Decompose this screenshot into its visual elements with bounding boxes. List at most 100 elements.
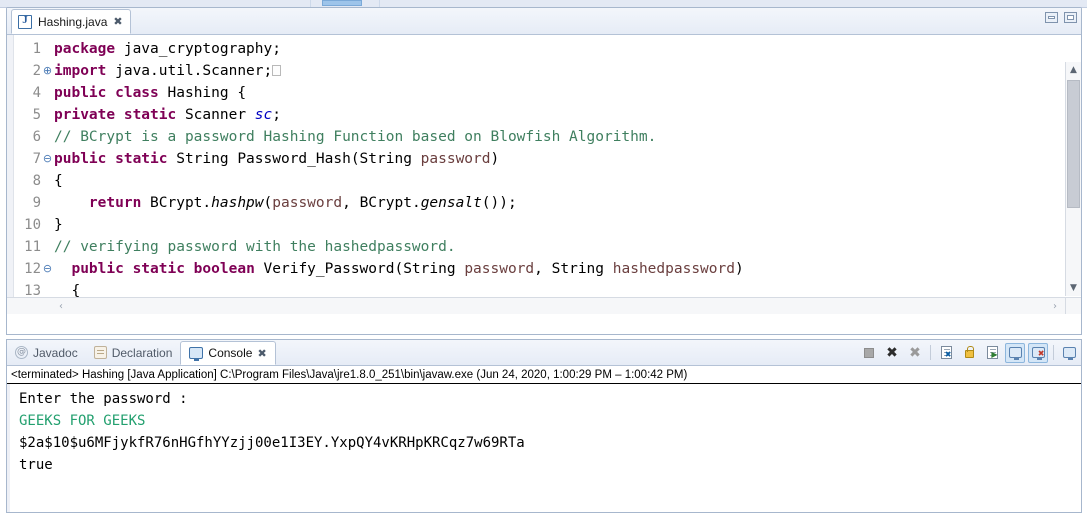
code-token: BCrypt.	[150, 195, 212, 211]
console-output-area[interactable]: Enter the password : GEEKS FOR GEEKS $2a$1…	[7, 384, 1081, 512]
fold-placeholder	[41, 38, 54, 60]
toolbar-separator	[930, 345, 931, 360]
code-token: )	[490, 151, 500, 167]
code-token: , String	[534, 261, 613, 277]
tab-console-label: Console	[208, 346, 253, 360]
declaration-icon	[93, 346, 107, 359]
editor-horizontal-scrollbar[interactable]: ‹ ›	[7, 297, 1065, 314]
code-line[interactable]: 2 ⊕ import java.util.Scanner;	[7, 60, 1059, 82]
code-token: password	[420, 151, 491, 167]
console-part: @ Javadoc Declaration Console ✖ ✖ ✖ ✖ ▶ …	[6, 339, 1082, 513]
line-number: 4	[32, 85, 41, 101]
console-left-rail	[7, 384, 10, 512]
import-collapse-marker	[272, 65, 282, 76]
code-token: // BCrypt is a password Hashing Function…	[54, 129, 657, 145]
code-token: (	[263, 195, 273, 211]
line-number: 9	[32, 195, 41, 211]
toolbar-separator-2	[1053, 345, 1054, 360]
editor-tab-label: Hashing.java	[38, 14, 108, 29]
tab-console[interactable]: Console ✖	[180, 341, 276, 365]
tab-javadoc-label: Javadoc	[33, 345, 78, 360]
code-token: public static	[54, 151, 177, 167]
scroll-lock-button[interactable]	[959, 343, 979, 363]
code-token: // verifying password with the hashedpas…	[54, 239, 456, 255]
code-token: Scanner	[184, 107, 255, 123]
scroll-left-icon[interactable]: ‹	[53, 298, 69, 314]
code-token: hashedpassword	[612, 261, 735, 277]
scroll-right-icon[interactable]: ›	[1047, 298, 1063, 314]
x-multiple-icon: ✖	[909, 344, 921, 361]
code-token: return	[88, 195, 151, 211]
fold-placeholder	[41, 214, 54, 236]
editor-part: Hashing.java ✖ 1 package java_cryptograp…	[6, 7, 1082, 335]
console-output-text: Enter the password : GEEKS FOR GEEKS $2a$1…	[11, 388, 1081, 476]
monitor-edge-icon	[1062, 347, 1076, 360]
java-file-icon	[18, 14, 32, 29]
fold-placeholder	[41, 82, 54, 104]
pin-console-button[interactable]: ▶	[982, 343, 1002, 363]
close-icon[interactable]: ✖	[113, 16, 122, 27]
fold-collapse-icon[interactable]: ⊖	[41, 148, 54, 170]
fold-placeholder	[41, 170, 54, 192]
open-console-button[interactable]: ✖	[1028, 342, 1048, 363]
code-token: ;	[272, 107, 281, 123]
code-line[interactable]: 10 }	[7, 214, 1059, 236]
line-number: 10	[24, 217, 41, 233]
fold-placeholder	[41, 192, 54, 214]
console-toolbar: ✖ ✖ ✖ ▶ ✖	[859, 342, 1079, 363]
code-line[interactable]: 6 // BCrypt is a password Hashing Functi…	[7, 126, 1059, 148]
scrollbar-corner	[1065, 297, 1081, 314]
console-input-line: GEEKS FOR GEEKS	[19, 413, 146, 429]
fold-collapse-icon[interactable]: ⊖	[41, 258, 54, 280]
clear-console-button[interactable]: ✖	[936, 343, 956, 363]
code-token: Verify_Password(String	[263, 261, 465, 277]
console-process-label: <terminated> Hashing [Java Application] …	[7, 366, 1081, 384]
lock-icon	[964, 346, 974, 358]
minimize-icon[interactable]	[1045, 12, 1058, 23]
line-number: 11	[24, 239, 41, 255]
fold-placeholder	[41, 126, 54, 148]
code-line[interactable]: 1 package java_cryptography;	[7, 38, 1059, 60]
console-tab-bar: @ Javadoc Declaration Console ✖ ✖ ✖ ✖ ▶ …	[7, 340, 1081, 366]
code-token: java_cryptography;	[123, 41, 281, 57]
code-token: private static	[54, 107, 185, 123]
code-line[interactable]: 11 // verifying password with the hashed…	[7, 236, 1059, 258]
scroll-down-icon[interactable]: ▼	[1066, 280, 1081, 296]
scroll-up-icon[interactable]: ▲	[1066, 62, 1081, 78]
vertical-scroll-thumb[interactable]	[1067, 80, 1080, 208]
view-menu-button[interactable]	[1059, 343, 1079, 363]
editor-tab-hashing-java[interactable]: Hashing.java ✖	[11, 9, 131, 34]
close-icon[interactable]: ✖	[257, 347, 266, 360]
tab-declaration[interactable]: Declaration	[86, 340, 181, 365]
editor-vertical-scrollbar[interactable]: ▲ ▼	[1065, 62, 1081, 296]
code-line[interactable]: 4 public class Hashing {	[7, 82, 1059, 104]
code-line[interactable]: 12 ⊖ public static boolean Verify_Passwor…	[7, 258, 1059, 280]
code-editor-area[interactable]: 1 package java_cryptography; 2 ⊕ import jav…	[7, 35, 1081, 314]
source-code[interactable]: 1 package java_cryptography; 2 ⊕ import jav…	[7, 38, 1059, 314]
remove-all-terminated-button[interactable]: ✖	[905, 343, 925, 363]
code-line[interactable]: 9 return BCrypt.hashpw(password, BCrypt.…	[7, 192, 1059, 214]
line-number: 2	[32, 63, 41, 79]
code-token: {	[54, 173, 63, 189]
code-line[interactable]: 5 private static Scanner sc;	[7, 104, 1059, 126]
code-token: password	[464, 261, 535, 277]
fold-placeholder	[41, 104, 54, 126]
monitor-new-icon: ✖	[1031, 347, 1045, 360]
console-output-line: true	[19, 457, 53, 473]
clear-doc-icon: ✖	[940, 346, 952, 359]
fold-expand-icon[interactable]: ⊕	[41, 60, 54, 82]
toolbar-selected-item[interactable]	[322, 0, 362, 6]
remove-launch-button[interactable]: ✖	[882, 343, 902, 363]
x-icon: ✖	[886, 344, 898, 361]
maximize-icon[interactable]	[1064, 12, 1077, 23]
code-line[interactable]: 7 ⊖ public static String Password_Hash(Str…	[7, 148, 1059, 170]
stop-square-icon	[864, 347, 874, 358]
code-token: , BCrypt.	[342, 195, 421, 211]
display-selected-console-button[interactable]	[1005, 342, 1025, 363]
line-number: 1	[32, 41, 41, 57]
code-line[interactable]: 8 {	[7, 170, 1059, 192]
terminate-button[interactable]	[859, 343, 879, 363]
tab-javadoc[interactable]: @ Javadoc	[7, 340, 86, 365]
